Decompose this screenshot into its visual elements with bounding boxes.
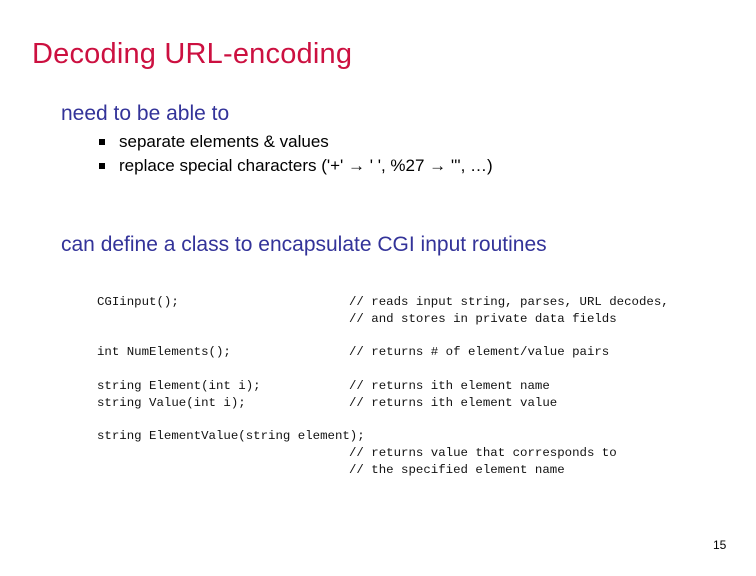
code-comment: // returns ith element value — [349, 396, 558, 410]
code-signature: string ElementValue(string element); — [97, 429, 365, 443]
square-bullet-icon — [99, 163, 105, 169]
slide-title: Decoding URL-encoding — [32, 38, 353, 70]
code-comment: // reads input string, parses, URL decod… — [349, 295, 669, 309]
code-signature: string Element(int i); — [97, 379, 261, 393]
code-comment: // returns value that corresponds to — [349, 446, 617, 460]
code-comment: // returns ith element name — [349, 379, 550, 393]
code-comment: // the specified element name — [349, 463, 565, 477]
bullet-text: separate elements & values — [119, 132, 329, 151]
point-define-class: can define a class to encapsulate CGI in… — [61, 233, 547, 256]
code-comment: // and stores in private data fields — [349, 312, 617, 326]
bullet-text: replace special characters ('+' → ' ', %… — [119, 156, 493, 175]
point-need-to-be-able-to: need to be able to — [61, 102, 230, 125]
code-signature: CGIinput(); — [97, 295, 179, 309]
code-comment: // returns # of element/value pairs — [349, 345, 610, 359]
square-bullet-icon — [99, 139, 105, 145]
page-number: 15 — [713, 538, 727, 552]
code-signature: string Value(int i); — [97, 396, 246, 410]
code-signature: int NumElements(); — [97, 345, 231, 359]
